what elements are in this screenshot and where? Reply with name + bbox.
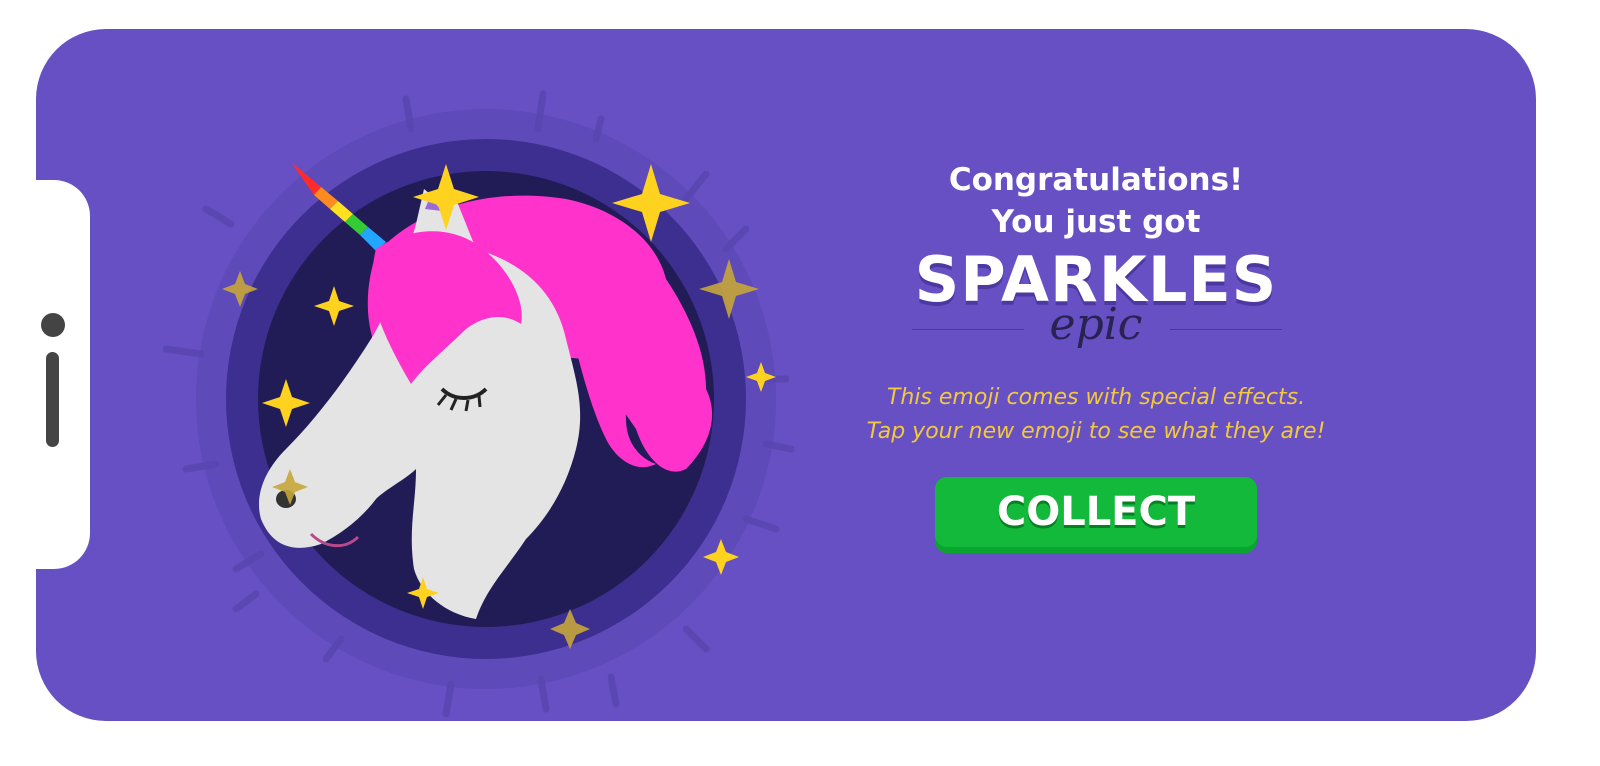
collect-button-label: COLLECT bbox=[935, 477, 1257, 547]
rarity-row: epic bbox=[826, 299, 1366, 359]
congrats-line-2: You just got bbox=[991, 204, 1201, 240]
camera-icon bbox=[41, 313, 65, 337]
congrats-line-1: Congratulations! bbox=[948, 162, 1244, 198]
rarity-label: epic bbox=[1049, 299, 1143, 350]
unicorn-badge[interactable] bbox=[146, 49, 826, 721]
reward-text-panel: Congratulations! You just got SPARKLES e… bbox=[826, 159, 1366, 557]
speaker-grille bbox=[46, 352, 59, 447]
effects-line-2: Tap your new emoji to see what they are! bbox=[866, 419, 1326, 444]
phone-notch bbox=[36, 180, 90, 569]
effects-description: This emoji comes with special effects. T… bbox=[826, 381, 1366, 449]
effects-line-1: This emoji comes with special effects. bbox=[886, 385, 1306, 410]
phone-screen: Congratulations! You just got SPARKLES e… bbox=[36, 29, 1536, 721]
collect-button[interactable]: COLLECT bbox=[935, 477, 1257, 553]
